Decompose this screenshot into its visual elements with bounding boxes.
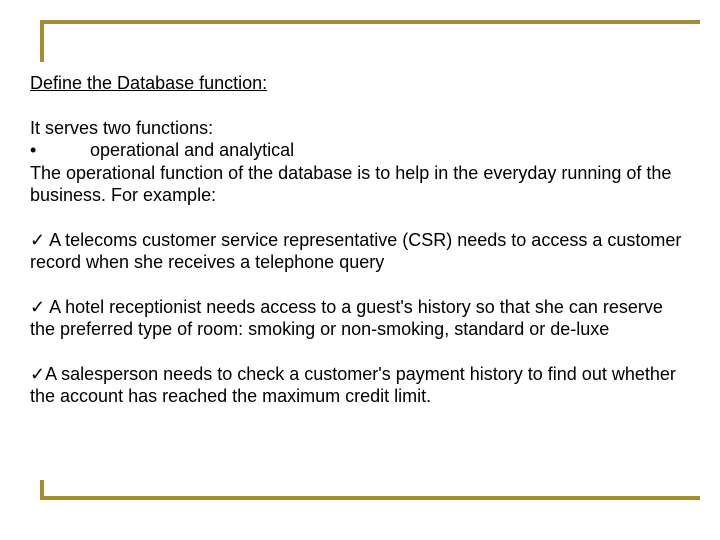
slide-title: Define the Database function: [30,72,690,95]
bullet-dot-icon: • [30,139,90,162]
example-3-text: A salesperson needs to check a customer'… [30,364,676,407]
example-2-text: A hotel receptionist needs access to a g… [30,297,663,340]
intro-line-1: It serves two functions: [30,118,213,138]
check-icon: ✓ [30,364,45,384]
example-item-2: ✓ A hotel receptionist needs access to a… [30,296,690,341]
example-item-3: ✓A salesperson needs to check a customer… [30,363,690,408]
slide-content: Define the Database function: It serves … [30,72,690,430]
intro-bullet-text: operational and analytical [90,140,294,160]
intro-bullet-line: •operational and analytical [30,139,690,162]
slide: Define the Database function: It serves … [0,0,720,540]
intro-line-3: The operational function of the database… [30,163,671,206]
intro-paragraph: It serves two functions: •operational an… [30,117,690,207]
example-item-1: ✓ A telecoms customer service representa… [30,229,690,274]
check-icon: ✓ [30,230,45,250]
check-icon: ✓ [30,297,45,317]
example-1-text: A telecoms customer service representati… [30,230,681,273]
frame-top-rule [40,20,700,24]
frame-bottom-rule [40,496,700,500]
